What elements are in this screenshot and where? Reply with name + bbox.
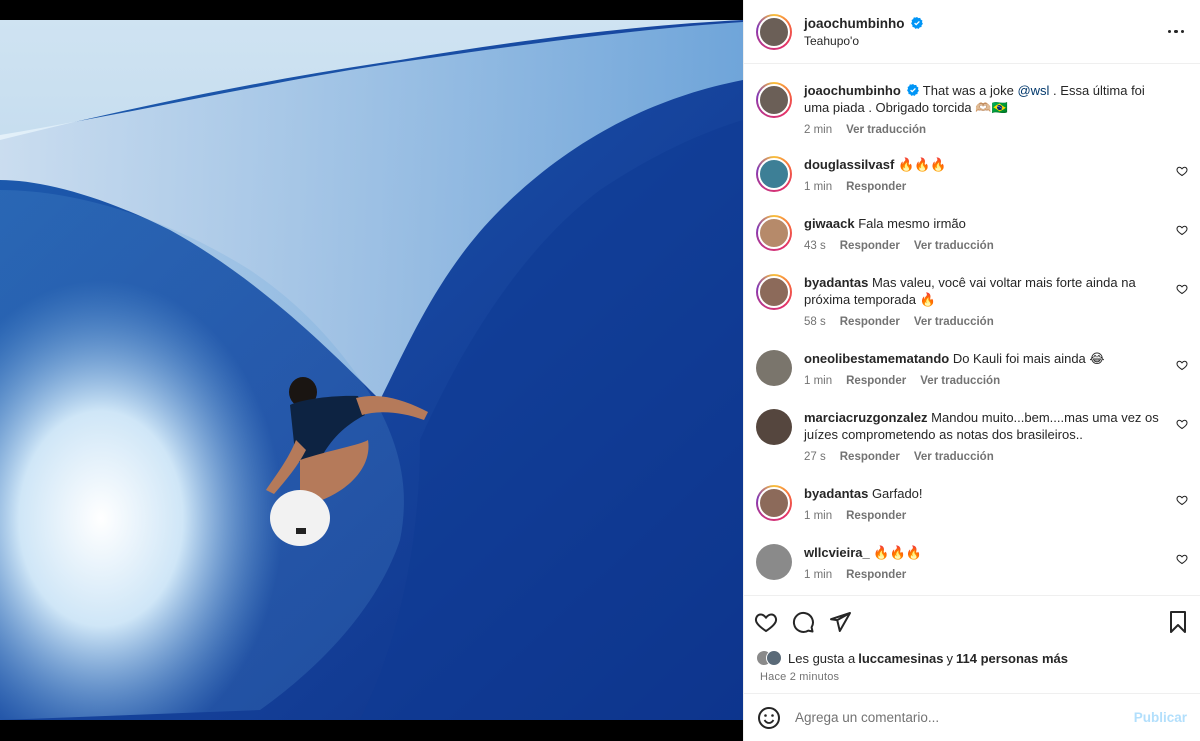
translate-link[interactable]: Ver traducción <box>914 316 994 328</box>
likes-summary: Les gusta a luccamesinas y 114 personas … <box>744 647 1200 669</box>
caption-text: That was a joke <box>922 83 1018 98</box>
comment-row: byadantas Garfado! 1 min Responder <box>756 485 1188 522</box>
comment-time: 1 min <box>804 375 833 387</box>
reply-button[interactable]: Responder <box>846 510 906 522</box>
reply-button[interactable]: Responder <box>846 375 906 387</box>
comments-list[interactable]: joaochumbinho That was a joke @wsl . Ess… <box>744 64 1200 595</box>
reply-button[interactable]: Responder <box>840 240 900 252</box>
post-location[interactable]: Teahupo'o <box>804 34 1164 48</box>
commenter-username[interactable]: douglassilvasf <box>804 157 894 172</box>
translate-link[interactable]: Ver traducción <box>920 375 1000 387</box>
translate-link[interactable]: Ver traducción <box>914 451 994 463</box>
heart-icon[interactable] <box>1176 165 1188 177</box>
commenter-username[interactable]: oneolibestamematando <box>804 351 949 366</box>
comment-time: 43 s <box>804 240 826 252</box>
heart-icon[interactable] <box>1176 418 1188 430</box>
commenter-avatar[interactable] <box>756 485 792 521</box>
translate-link[interactable]: Ver traducción <box>846 124 926 136</box>
comment-row: marciacruzgonzalez Mandou muito...bem...… <box>756 409 1188 463</box>
commenter-username[interactable]: wllcvieira_ <box>804 545 870 560</box>
verified-badge-icon <box>907 84 920 96</box>
post-header: joaochumbinho Teahupo'o <box>744 0 1200 64</box>
reply-button[interactable]: Responder <box>840 451 900 463</box>
likers-avatars[interactable] <box>756 650 782 666</box>
heart-icon[interactable] <box>1176 494 1188 506</box>
likes-count[interactable]: 114 personas más <box>956 651 1068 666</box>
comment-row: douglassilvasf 🔥🔥🔥 1 min Responder <box>756 156 1188 193</box>
comment-row: oneolibestamematando Do Kauli foi mais a… <box>756 350 1188 387</box>
comment-time: 58 s <box>804 316 826 328</box>
reply-button[interactable]: Responder <box>846 569 906 581</box>
comment-row: byadantas Mas valeu, você vai voltar mai… <box>756 274 1188 328</box>
comment-icon[interactable] <box>791 610 815 634</box>
comment-text: Fala mesmo irmão <box>858 216 966 231</box>
comment-composer: Publicar <box>744 693 1200 741</box>
publish-button[interactable]: Publicar <box>1134 710 1187 725</box>
surf-photo <box>0 20 743 720</box>
post-side-panel: joaochumbinho Teahupo'o joaochumbinho Th… <box>743 0 1200 741</box>
commenter-avatar[interactable] <box>756 274 792 310</box>
author-username[interactable]: joaochumbinho <box>804 16 905 31</box>
commenter-username[interactable]: byadantas <box>804 275 868 290</box>
commenter-avatar[interactable] <box>756 544 792 580</box>
more-options-icon[interactable] <box>1164 20 1188 44</box>
comment-time: 1 min <box>804 181 833 193</box>
commenter-avatar[interactable] <box>756 156 792 192</box>
paper-plane-icon[interactable] <box>828 610 852 634</box>
post-time: Hace 2 minutos <box>760 671 840 683</box>
caption-username[interactable]: joaochumbinho <box>804 83 901 98</box>
heart-icon[interactable] <box>1176 283 1188 295</box>
comment-input[interactable] <box>795 710 1134 725</box>
comment-time: 27 s <box>804 451 826 463</box>
reply-button[interactable]: Responder <box>846 181 906 193</box>
comment-text: 🔥🔥🔥 <box>897 157 947 172</box>
heart-icon[interactable] <box>1176 359 1188 371</box>
verified-badge-icon <box>911 16 924 29</box>
caption-time: 2 min <box>804 124 833 136</box>
comment-row: giwaack Fala mesmo irmão 43 s Responder Ver… <box>756 215 1188 252</box>
heart-icon[interactable] <box>1176 224 1188 236</box>
comment-time: 1 min <box>804 510 833 522</box>
caption: joaochumbinho That was a joke @wsl . Ess… <box>756 82 1188 136</box>
comment-text: 🔥🔥🔥 <box>873 545 922 560</box>
comment-row: wllcvieira_ 🔥🔥🔥 1 min Responder <box>756 544 1188 581</box>
heart-icon[interactable] <box>1176 553 1188 565</box>
translate-link[interactable]: Ver traducción <box>914 240 994 252</box>
heart-icon[interactable] <box>754 610 778 634</box>
comment-text: Garfado! <box>871 486 923 501</box>
commenter-username[interactable]: marciacruzgonzalez <box>804 410 928 425</box>
commenter-username[interactable]: giwaack <box>804 216 855 231</box>
smiley-icon[interactable] <box>757 706 781 730</box>
caption-avatar[interactable] <box>756 82 792 118</box>
bookmark-icon[interactable] <box>1166 610 1190 634</box>
commenter-avatar[interactable] <box>756 350 792 386</box>
post-media[interactable] <box>0 0 743 741</box>
commenter-avatar[interactable] <box>756 215 792 251</box>
caption-mention[interactable]: @wsl <box>1017 83 1049 98</box>
comment-time: 1 min <box>804 569 833 581</box>
comment-text: Do Kauli foi mais ainda 😂 <box>952 351 1105 366</box>
commenter-username[interactable]: byadantas <box>804 486 868 501</box>
author-avatar[interactable] <box>756 13 792 50</box>
commenter-avatar[interactable] <box>756 409 792 445</box>
post-actions-bar <box>744 595 1200 647</box>
reply-button[interactable]: Responder <box>840 316 900 328</box>
liker-username[interactable]: luccamesinas <box>858 651 943 666</box>
